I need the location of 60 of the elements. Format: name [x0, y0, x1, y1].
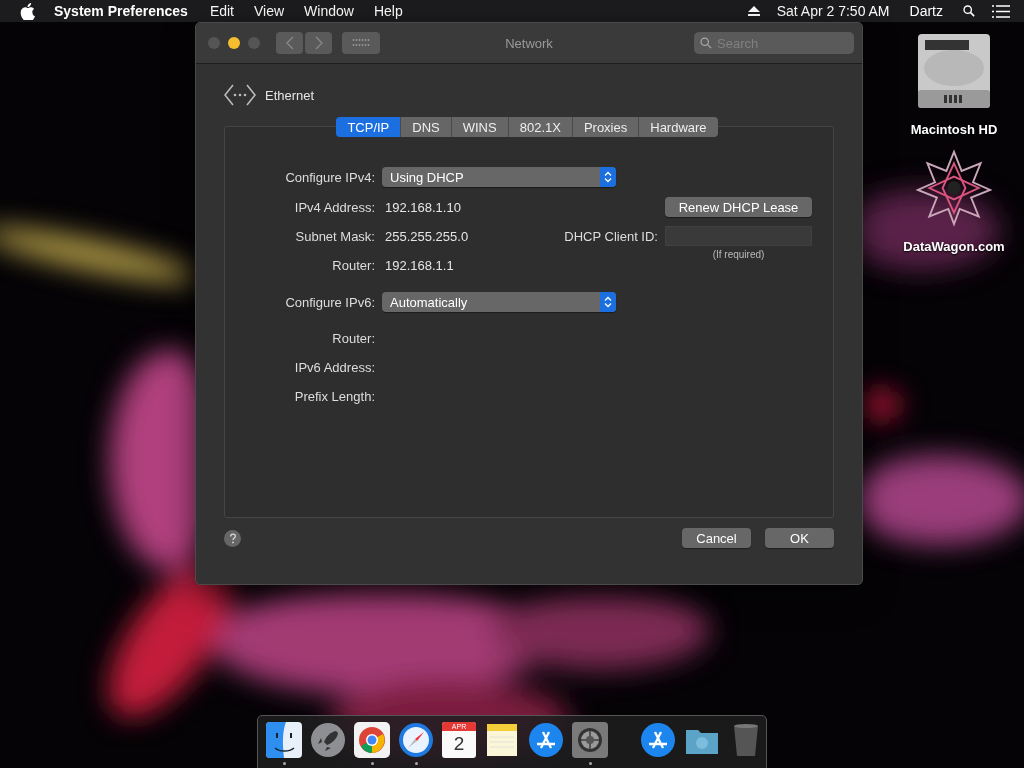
menu-item[interactable]: Edit	[209, 3, 234, 19]
icon-label[interactable]: DataWagon.com	[903, 239, 1005, 254]
eject-icon[interactable]	[747, 5, 760, 17]
field-label: IPv4 Address:	[293, 199, 375, 215]
tab[interactable]: Proxies	[572, 117, 640, 137]
field-label: IPv6 Address:	[293, 360, 375, 375]
chevron-left-icon	[285, 36, 294, 50]
tab[interactable]: WINS	[451, 117, 509, 137]
field-label: Configure IPv6:	[284, 294, 375, 310]
compass-icon[interactable]	[398, 722, 434, 758]
menu-item[interactable]: Window	[304, 3, 354, 19]
dropdown[interactable]: Automatically	[382, 292, 616, 312]
field-value: 192.168.1.1	[384, 258, 455, 273]
app-store-icon[interactable]	[528, 722, 564, 758]
tab[interactable]: Hardware	[639, 117, 718, 137]
app-menu[interactable]: System Preferences	[54, 3, 188, 19]
list-icon[interactable]	[992, 4, 1010, 18]
service-name: Ethernet	[265, 87, 315, 103]
apple-icon[interactable]	[20, 2, 35, 20]
field-label: Router:	[331, 331, 375, 346]
field-value: 255.255.255.0	[384, 229, 470, 244]
notepad-icon[interactable]	[484, 722, 520, 758]
stepper-icon	[600, 167, 616, 187]
renew-button[interactable]: Renew DHCP Lease	[665, 197, 812, 217]
search-icon	[700, 37, 712, 49]
clock[interactable]: Sat Apr 2 7:50 AM	[776, 3, 890, 19]
icon-label[interactable]: Macintosh HD	[910, 122, 998, 137]
tab[interactable]: 802.1X	[508, 117, 573, 137]
field-label: Subnet Mask:	[294, 229, 375, 244]
star-icon[interactable]	[916, 149, 992, 227]
stepper-icon	[600, 292, 616, 312]
menu-item[interactable]: View	[254, 3, 285, 19]
dialog-button[interactable]: OK	[765, 528, 834, 548]
rocket-icon[interactable]	[310, 722, 346, 758]
ethernet-icon	[224, 84, 256, 106]
question-mark-icon	[228, 532, 237, 544]
minimize-button[interactable]	[228, 37, 240, 49]
field-value: 192.168.1.10	[384, 199, 462, 215]
window-title: Network	[505, 35, 553, 51]
gear-icon[interactable]	[572, 722, 608, 758]
field-label: Prefix Length:	[293, 389, 375, 404]
face-icon[interactable]	[266, 722, 302, 758]
help-button[interactable]	[224, 529, 241, 547]
tab[interactable]: DNS	[401, 117, 452, 137]
search-icon[interactable]	[963, 5, 975, 17]
tab[interactable]: TCP/IP	[336, 117, 402, 137]
dialog-button[interactable]: Cancel	[682, 528, 751, 548]
dropdown[interactable]: Using DHCP	[382, 167, 616, 187]
user-menu[interactable]: Dartz	[909, 3, 943, 19]
field-label: Router:	[331, 258, 375, 273]
show-all-button[interactable]	[342, 32, 380, 54]
field-label: DHCP Client ID:	[563, 229, 658, 244]
field-label: Configure IPv4:	[284, 169, 375, 185]
hint-text: (If required)	[712, 249, 765, 260]
app-store-icon[interactable]	[640, 722, 676, 758]
grid-icon	[352, 38, 370, 48]
chevron-right-icon	[314, 36, 323, 50]
menu-item[interactable]: Help	[373, 3, 403, 19]
hard-drive-icon[interactable]	[916, 32, 992, 110]
chrome-icon[interactable]	[354, 722, 390, 758]
